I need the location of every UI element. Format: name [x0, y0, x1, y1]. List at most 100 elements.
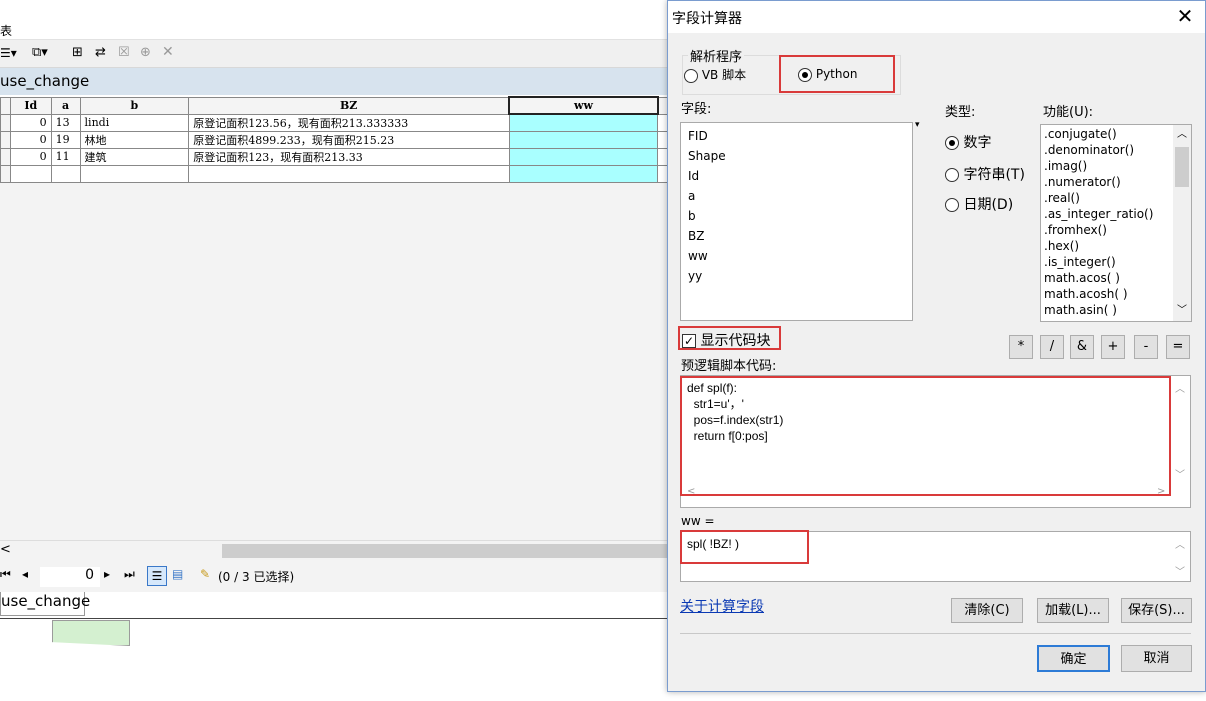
python-radio[interactable] [798, 67, 812, 82]
plus-button[interactable]: + [1101, 335, 1125, 359]
function-item[interactable]: .real() [1041, 190, 1191, 206]
vb-radio[interactable] [684, 68, 698, 83]
column-header-a[interactable]: a [50, 96, 81, 115]
fields-listbox[interactable]: FID Shape Id a b BZ ww yy [680, 122, 913, 321]
scroll-down-icon[interactable]: ﹀ [1177, 303, 1187, 319]
cancel-button[interactable]: 取消 [1121, 645, 1192, 672]
horizontal-scrollbar[interactable]: < [0, 540, 668, 560]
functions-listbox[interactable]: .conjugate() .denominator() .imag() .num… [1040, 124, 1192, 322]
type-number-option[interactable]: 数字 [945, 132, 991, 152]
function-item[interactable]: .hex() [1041, 238, 1191, 254]
cell-b[interactable]: 林地 [79, 130, 190, 149]
scrollbar-thumb[interactable] [1175, 147, 1189, 187]
function-item[interactable]: math.asin( ) [1041, 302, 1191, 318]
checkbox-check-icon[interactable]: ✓ [682, 334, 696, 348]
previous-record-icon[interactable]: ◂ [22, 567, 28, 581]
row-selector[interactable] [0, 147, 11, 166]
cell-bz[interactable]: 原登记面积123.56，现有面积213.333333 [188, 113, 510, 132]
cell-a[interactable]: 13 [50, 113, 81, 132]
function-item[interactable]: .is_integer() [1041, 254, 1191, 270]
show-all-records-icon[interactable]: ☰ [147, 566, 167, 586]
column-header-id[interactable]: Id [9, 96, 52, 115]
equals-button[interactable]: = [1166, 335, 1190, 359]
cell-ww[interactable] [508, 113, 659, 132]
table-row[interactable]: 0 19 林地 原登记面积4899.233，现有面积215.23 [0, 130, 668, 149]
field-item[interactable]: b [681, 206, 912, 226]
show-selected-records-icon[interactable]: ▤ [172, 567, 183, 581]
function-item[interactable]: .conjugate() [1041, 126, 1191, 142]
table-tab-name[interactable]: use_change [0, 72, 89, 90]
function-item[interactable]: .denominator() [1041, 142, 1191, 158]
function-item[interactable]: .as_integer_ratio() [1041, 206, 1191, 222]
function-item[interactable]: math.acos( ) [1041, 270, 1191, 286]
ok-button[interactable]: 确定 [1037, 645, 1110, 672]
fields-dropdown-icon[interactable]: ▾ [915, 120, 920, 130]
cell-ww[interactable] [508, 147, 659, 166]
code-scroll-up-icon[interactable]: ︿ [1175, 380, 1185, 395]
cell-bz[interactable] [188, 164, 510, 183]
cell-bz[interactable]: 原登记面积123，现有面积213.33 [188, 147, 510, 166]
save-button[interactable]: 保存(S)... [1121, 598, 1192, 623]
field-item[interactable]: Shape [681, 146, 912, 166]
last-record-icon[interactable]: ⏭ [124, 567, 135, 582]
scrollbar-thumb[interactable] [222, 544, 668, 558]
row-selector[interactable] [0, 164, 11, 183]
cell-a[interactable]: 11 [50, 147, 81, 166]
delete-selected-icon[interactable]: ✕ [162, 44, 174, 60]
cell-bz[interactable]: 原登记面积4899.233，现有面积215.23 [188, 130, 510, 149]
row-selector-header[interactable] [0, 96, 11, 115]
field-item[interactable]: yy [681, 266, 912, 286]
field-item[interactable]: ww [681, 246, 912, 266]
load-button[interactable]: 加载(L)... [1037, 598, 1109, 623]
cell-id[interactable]: 0 [9, 147, 52, 166]
cell-b[interactable] [79, 164, 190, 183]
functions-scrollbar[interactable]: ︿ ﹀ [1173, 125, 1191, 321]
cell-a[interactable]: 19 [50, 130, 81, 149]
table-row[interactable]: 0 13 lindi 原登记面积123.56，现有面积213.333333 [0, 113, 668, 132]
table-options-icon[interactable]: ☰▾ [0, 46, 17, 60]
cell-b[interactable]: lindi [79, 113, 190, 132]
function-item[interactable]: .numerator() [1041, 174, 1191, 190]
field-item[interactable]: Id [681, 166, 912, 186]
column-header-ww[interactable]: ww [508, 96, 659, 115]
parser-python-option[interactable]: Python [798, 67, 857, 82]
first-record-icon[interactable]: ⏮ [0, 567, 11, 582]
cell-a[interactable] [50, 164, 81, 183]
scroll-up-icon[interactable]: ︿ [1177, 127, 1187, 143]
column-header-b[interactable]: b [79, 96, 190, 115]
row-selector[interactable] [0, 113, 11, 132]
field-item[interactable]: FID [681, 126, 912, 146]
clear-button[interactable]: 清除(C) [951, 598, 1023, 623]
type-string-option[interactable]: 字符串(T) [945, 164, 1025, 184]
parser-vb-option[interactable]: VB 脚本 [684, 66, 746, 83]
cell-id[interactable] [9, 164, 52, 183]
clear-selection-icon[interactable]: ☒ [118, 45, 130, 60]
multiply-button[interactable]: * [1009, 335, 1033, 359]
field-item[interactable]: BZ [681, 226, 912, 246]
string-radio[interactable] [945, 168, 959, 182]
cell-ww[interactable] [508, 130, 659, 149]
cell-id[interactable]: 0 [9, 113, 52, 132]
expr-scroll-down-icon[interactable]: ﹀ [1175, 563, 1185, 578]
code-scroll-down-icon[interactable]: ﹀ [1175, 466, 1185, 481]
about-calculate-field-link[interactable]: 关于计算字段 [680, 596, 764, 616]
minus-button[interactable]: - [1134, 335, 1158, 359]
switch-selection-icon[interactable]: ⇄ [95, 45, 106, 60]
zoom-to-selected-icon[interactable]: ⊕ [140, 45, 151, 60]
divide-button[interactable]: / [1040, 335, 1064, 359]
next-record-icon[interactable]: ▸ [104, 567, 110, 581]
type-date-option[interactable]: 日期(D) [945, 194, 1013, 214]
function-item[interactable]: math.acosh( ) [1041, 286, 1191, 302]
table-row[interactable]: 0 11 建筑 原登记面积123，现有面积213.33 [0, 147, 668, 166]
cell-b[interactable]: 建筑 [79, 147, 190, 166]
related-tables-icon[interactable]: ⧉▾ [32, 45, 48, 60]
cell-ww[interactable] [508, 164, 659, 183]
bottom-table-tab[interactable]: use_change [0, 592, 90, 616]
field-item[interactable]: a [681, 186, 912, 206]
current-record-input[interactable]: 0 [40, 567, 100, 587]
close-icon[interactable]: ✕ [1172, 4, 1198, 30]
column-header-bz[interactable]: BZ [188, 96, 510, 115]
function-item[interactable]: .fromhex() [1041, 222, 1191, 238]
table-row-new[interactable] [0, 164, 668, 183]
date-radio[interactable] [945, 198, 959, 212]
